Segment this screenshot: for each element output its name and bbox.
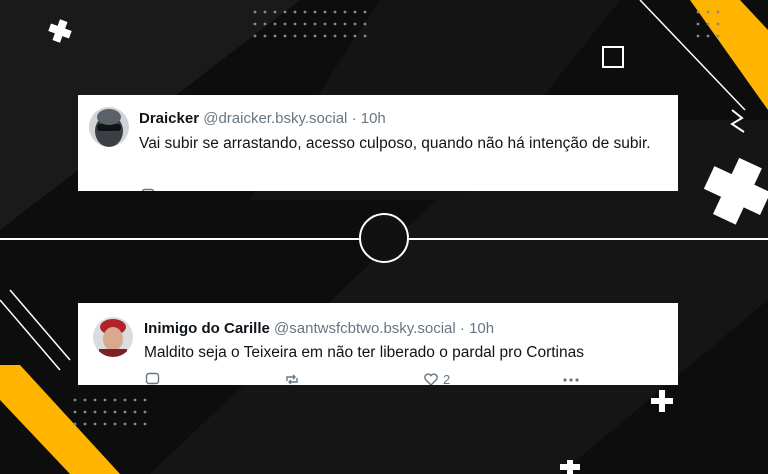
author-handle[interactable]: @draicker.bsky.social [203,110,347,127]
meta-separator: · [351,110,357,127]
post-card-top[interactable]: Draicker @draicker.bsky.social · 10h Vai… [78,95,678,191]
author-name[interactable]: Inimigo do Carille [144,320,270,337]
post-header: Draicker @draicker.bsky.social · 10h [139,110,386,127]
post-time[interactable]: 10h [361,110,386,127]
like-icon [424,373,438,385]
avatar-image [93,317,133,357]
reply-icon[interactable] [145,372,160,385]
post-card-bottom[interactable]: Inimigo do Carille @santwsfcbtwo.bsky.so… [78,303,678,385]
decorative-square [602,46,624,68]
avatar-image [89,107,129,147]
more-icon[interactable] [562,372,580,385]
reply-icon[interactable] [141,188,155,191]
author-name[interactable]: Draicker [139,110,199,127]
post-actions [78,164,678,191]
meta-separator: · [459,320,465,337]
post-text: Vai subir se arrastando, acesso culposo,… [139,135,651,152]
post-time[interactable]: 10h [469,320,494,337]
like-count: 2 [443,372,451,385]
post-header: Inimigo do Carille @santwsfcbtwo.bsky.so… [144,320,494,337]
post-text: Maldito seja o Teixeira em não ter liber… [144,344,584,361]
avatar[interactable] [89,107,129,147]
repost-icon[interactable] [284,372,300,385]
avatar[interactable] [93,317,133,357]
divider-circle [359,213,409,263]
post-actions: 2 [78,372,678,385]
like-button[interactable]: 2 [423,372,450,385]
author-handle[interactable]: @santwsfcbtwo.bsky.social [274,320,456,337]
